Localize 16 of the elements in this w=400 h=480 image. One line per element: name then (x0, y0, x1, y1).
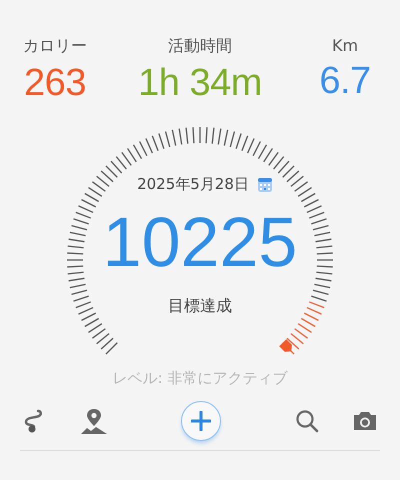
map-pin-icon[interactable] (80, 407, 108, 435)
goal-caption: 目標達成 (168, 296, 232, 317)
search-icon[interactable] (294, 409, 318, 433)
stat-value: 6.7 (319, 59, 371, 103)
stat-label: カロリー (23, 36, 87, 57)
add-button[interactable] (181, 401, 221, 441)
stat-label: 活動時間 (168, 36, 232, 57)
stat-value: 263 (24, 61, 86, 105)
date-label[interactable]: 2025年5月28日 (137, 175, 249, 194)
step-count: 10225 (102, 202, 298, 283)
stat-label: Km (332, 36, 358, 55)
activity-level-text: レベル: 非常にアクティブ (112, 369, 288, 388)
stat-value: 1h 34m (138, 61, 262, 105)
camera-icon[interactable] (352, 410, 378, 432)
calendar-icon[interactable] (256, 176, 273, 192)
plus-icon (191, 411, 211, 431)
